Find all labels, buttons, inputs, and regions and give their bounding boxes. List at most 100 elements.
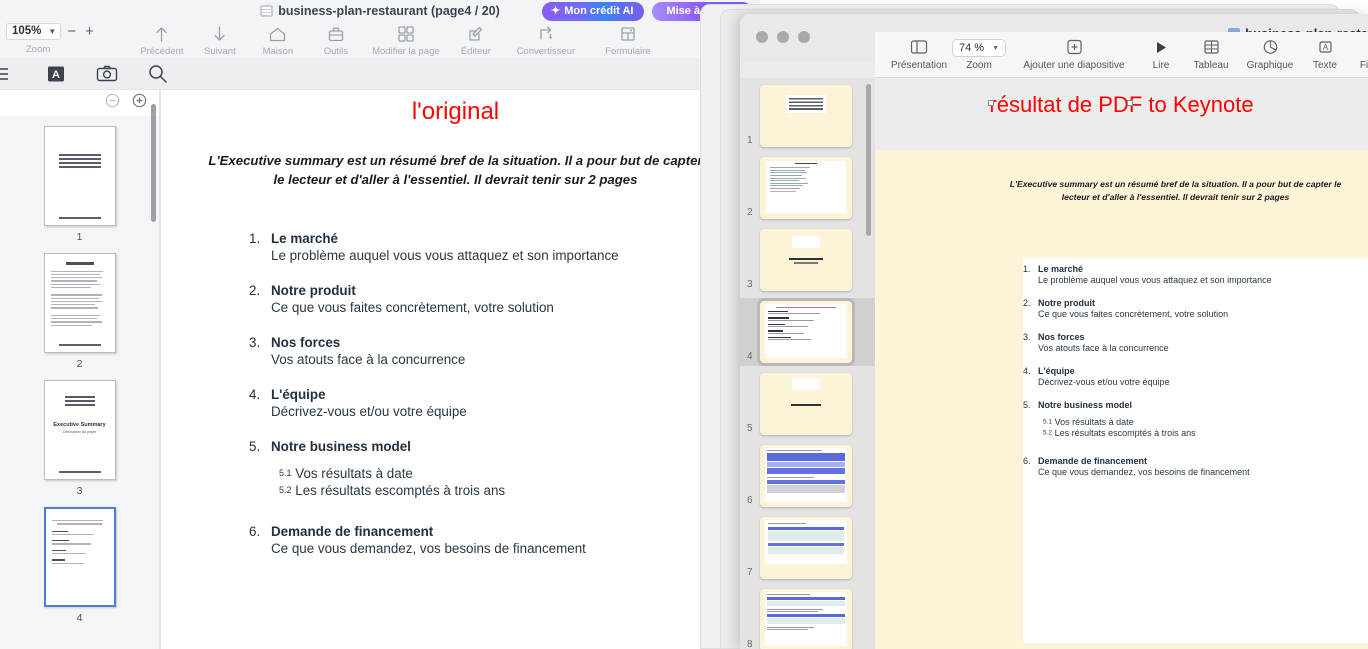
plus-circle-icon[interactable]	[132, 93, 147, 113]
item-heading: Le marché	[271, 231, 338, 247]
keynote-slide-thumb-3[interactable]	[760, 229, 852, 291]
keynote-tool-text[interactable]: A Texte	[1301, 32, 1349, 71]
selection-handle-left[interactable]	[988, 100, 994, 106]
keynote-slide-row-6[interactable]: 6	[740, 442, 875, 510]
keynote-slide-row-3[interactable]: 3	[740, 226, 875, 294]
zoom-out-button[interactable]: −	[64, 23, 79, 40]
pdf-thumbnail-number: 3	[76, 485, 83, 497]
keynote-slide-thumb-5[interactable]	[760, 373, 852, 435]
minimize-button[interactable]	[777, 31, 789, 43]
mon-credit-ai-button[interactable]: ✦ Mon crédit AI	[541, 2, 645, 21]
item-number: 6.	[1023, 456, 1031, 466]
item-sub: Le problème auquel vous vous attaquez et…	[1038, 275, 1272, 285]
toolbar-item-home[interactable]: Maison	[249, 22, 307, 57]
outline-item-1: 1. Le marché Le problème auquel vous vous…	[249, 231, 720, 263]
keynote-slide-row-1[interactable]: 1	[740, 82, 875, 150]
pdf-thumbnail-4[interactable]	[43, 507, 116, 607]
keynote-slide-row-4[interactable]: 4	[740, 298, 875, 366]
sub-text: Vos résultats à date	[1054, 417, 1134, 427]
keynote-slide-thumb-4[interactable]	[757, 298, 855, 366]
keynote-slide-thumb-1[interactable]	[760, 85, 852, 147]
keynote-tool-play[interactable]: Lire	[1139, 32, 1183, 71]
plus-box-icon	[1066, 37, 1083, 57]
hamburger-icon[interactable]	[0, 67, 16, 81]
pdf-thumbnail-number: 4	[76, 612, 83, 624]
maximize-button[interactable]	[798, 31, 810, 43]
keynote-zoom-select[interactable]: 74 % ▼	[951, 39, 1006, 57]
outline-item-3: 3. Nos forces Vos atouts face à la concur…	[249, 335, 720, 367]
item-number: 5.	[249, 439, 261, 455]
item-sub: Le problème auquel vous vous attaquez et…	[271, 248, 619, 264]
pdf-thumbnail-1[interactable]	[43, 126, 116, 226]
keynote-slide-thumb-2[interactable]	[760, 157, 852, 219]
camera-icon[interactable]	[96, 65, 118, 82]
text-box-icon: A	[1317, 37, 1334, 57]
pdf-page-content: l'original L'Executive summary est un ré…	[161, 90, 750, 649]
thumb-footer	[45, 217, 115, 219]
thumb-mini-cover	[45, 127, 115, 225]
home-icon	[268, 24, 287, 44]
pdf-thumbnail-3[interactable]: Executive Summary Description du projet	[43, 380, 116, 480]
keynote-tool-table[interactable]: Tableau	[1183, 32, 1239, 71]
keynote-tool-shape[interactable]: Figure	[1349, 32, 1368, 71]
briefcase-icon	[327, 24, 345, 44]
keynote-tool-label-text: Texte	[1313, 60, 1337, 71]
item-number: 3.	[1023, 332, 1031, 342]
window-traffic-lights[interactable]	[756, 31, 810, 43]
toolbar-label-edit-page: Modifier la page	[372, 46, 440, 57]
slide-outline-list: 1. Le marché Le problème auquel vous vous…	[1023, 258, 1368, 477]
keynote-slide-row-8[interactable]: 8	[740, 586, 875, 649]
item-sub: Ce que vous faites concrètement, votre s…	[1038, 309, 1229, 319]
keynote-tool-chart[interactable]: Graphique	[1239, 32, 1301, 71]
slide-text-box[interactable]: 1. Le marché Le problème auquel vous vous…	[1023, 258, 1368, 643]
zoom-select[interactable]: 105% ▼	[6, 23, 62, 40]
keynote-window: business-plan-resta Présentation 74 % ▼ …	[740, 14, 1368, 649]
pdf-thumbnail-2[interactable]	[43, 253, 116, 353]
item-sub: Ce que vous demandez, vos besoins de fin…	[1038, 467, 1250, 477]
toolbar-item-edit-page[interactable]: Modifier la page	[365, 22, 447, 57]
toolbar-item-converter[interactable]: Convertisseur	[505, 22, 587, 57]
keynote-slide-thumb-8[interactable]	[760, 589, 852, 649]
toolbar-item-next[interactable]: Suivant	[191, 22, 249, 57]
toolbar-item-tools[interactable]: Outils	[307, 22, 365, 57]
keynote-slide-row-7[interactable]: 7	[740, 514, 875, 582]
outline-sublist: 5.1 Vos résultats à date 5.2 Les résulta…	[279, 466, 720, 498]
keynote-tool-add-slide[interactable]: Ajouter une diapositive	[1009, 32, 1139, 71]
item-heading: Notre produit	[271, 283, 356, 299]
keynote-slide-editor[interactable]: L'Executive summary est un résumé bref d…	[875, 150, 1368, 649]
pdf-page-area[interactable]: l'original L'Executive summary est un ré…	[160, 90, 760, 649]
keynote-tool-view[interactable]: Présentation	[889, 32, 949, 71]
minus-circle-icon[interactable]	[105, 93, 120, 113]
pdf-body: 1 2 Executive Summary Description du pro…	[0, 90, 760, 649]
pdf-thumbnail-pane[interactable]: 1 2 Executive Summary Description du pro…	[0, 90, 160, 649]
toolbar-item-form[interactable]: Formulaire	[587, 22, 669, 57]
toolbar-item-editor[interactable]: Éditeur	[447, 22, 505, 57]
toolbar-item-previous[interactable]: Précédent	[133, 22, 191, 57]
keynote-slide-row-2[interactable]: 2	[740, 154, 875, 222]
close-button[interactable]	[756, 31, 768, 43]
letter-a-icon[interactable]: A	[46, 65, 66, 83]
keynote-slide-navigator[interactable]: 1 2 3 4 5 6 7 8	[740, 78, 875, 649]
document-outline-list: 1. Le marché Le problème auquel vous vous…	[249, 231, 720, 556]
keynote-slide-thumb-7[interactable]	[760, 517, 852, 579]
item-heading: L'équipe	[1038, 366, 1075, 376]
sub-number: 5.2	[279, 485, 292, 496]
arrow-down-icon	[212, 24, 227, 44]
sub-number: 5.1	[1043, 418, 1053, 426]
keynote-slide-row-5[interactable]: 5	[740, 370, 875, 438]
thumbnail-scrollbar[interactable]	[151, 104, 156, 222]
zoom-in-button[interactable]: +	[82, 23, 97, 40]
keynote-slide-number: 2	[747, 207, 753, 218]
keynote-canvas[interactable]: résultat de PDF to Keynote L'Executive s…	[875, 78, 1368, 649]
keynote-tool-zoom[interactable]: 74 % ▼ Zoom	[949, 32, 1009, 71]
selection-handle-right[interactable]	[1127, 100, 1133, 106]
item-sub: Ce que vous faites concrètement, votre s…	[271, 300, 554, 316]
sidebar-panel-icon	[910, 37, 928, 57]
zoom-group: 105% ▼ − +	[6, 22, 97, 40]
keynote-slide-thumb-6[interactable]	[760, 445, 852, 507]
screen: business-plan-restaurant (page4 / 20) ✦ …	[0, 0, 1368, 649]
item-sub: Décrivez-vous et/ou votre équipe	[1038, 377, 1170, 387]
convert-icon	[537, 24, 555, 44]
keynote-slide-number: 5	[747, 423, 753, 434]
magnifier-icon[interactable]	[148, 64, 167, 83]
